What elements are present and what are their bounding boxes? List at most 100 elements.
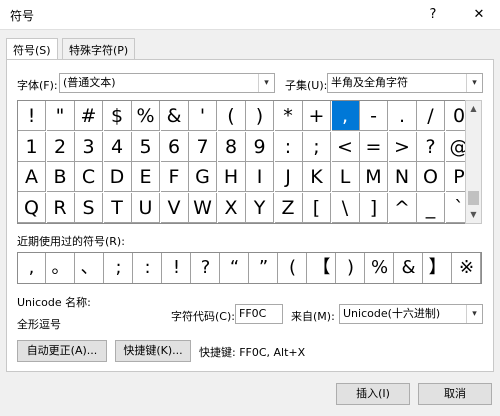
character-name: 全形逗号 xyxy=(17,318,61,331)
symbol-cell[interactable]: T xyxy=(103,192,132,223)
unicode-name-label: Unicode 名称: xyxy=(17,296,91,309)
symbol-cell[interactable]: ] xyxy=(360,192,388,223)
symbol-cell[interactable]: D xyxy=(103,162,132,192)
symbol-cell[interactable]: Y xyxy=(246,192,274,223)
symbol-cell[interactable]: W xyxy=(189,192,217,223)
symbol-cell[interactable]: 2 xyxy=(46,131,75,162)
help-button[interactable]: ? xyxy=(420,3,446,27)
symbol-cell[interactable]: J xyxy=(274,162,303,192)
symbol-cell[interactable]: F xyxy=(160,162,189,192)
close-button[interactable]: ✕ xyxy=(466,3,492,27)
symbol-cell[interactable]: 8 xyxy=(217,131,246,162)
symbol-cell[interactable]: & xyxy=(160,101,189,131)
symbol-grid-scrollbar[interactable]: ▲ ▼ xyxy=(465,100,482,224)
symbol-cell[interactable]: 6 xyxy=(160,131,189,162)
symbol-cell[interactable]: < xyxy=(331,131,360,162)
symbol-cell[interactable]: L xyxy=(331,162,360,192)
symbol-cell[interactable]: Q xyxy=(18,192,46,223)
symbol-cell[interactable]: > xyxy=(388,131,417,162)
scroll-thumb[interactable] xyxy=(468,191,479,205)
symbol-cell[interactable]: N xyxy=(388,162,417,192)
symbol-cell[interactable]: " xyxy=(46,101,75,131)
symbol-cell[interactable]: \ xyxy=(331,192,360,223)
scroll-down-icon[interactable]: ▼ xyxy=(466,207,481,223)
symbol-cell[interactable]: O xyxy=(417,162,445,192)
symbol-cell[interactable]: ( xyxy=(217,101,246,131)
font-label: 字体(F): xyxy=(17,79,58,92)
tab-special-characters[interactable]: 特殊字符(P) xyxy=(62,38,136,60)
symbol-cell[interactable]: R xyxy=(46,192,75,223)
recent-symbol-cell[interactable]: % xyxy=(366,253,394,283)
symbol-cell[interactable]: U xyxy=(132,192,160,223)
symbol-cell[interactable]: 7 xyxy=(189,131,217,162)
insert-button[interactable]: 插入(I) xyxy=(336,383,410,405)
cancel-button[interactable]: 取消 xyxy=(418,383,492,405)
recent-symbol-cell[interactable]: “ xyxy=(221,253,249,283)
symbol-cell[interactable]: 9 xyxy=(246,131,274,162)
symbol-cell[interactable]: 4 xyxy=(103,131,132,162)
char-code-input[interactable]: FF0C xyxy=(235,304,283,324)
symbol-cell[interactable]: X xyxy=(217,192,246,223)
recent-symbol-cell[interactable]: & xyxy=(395,253,423,283)
symbol-cell[interactable]: ! xyxy=(18,101,46,131)
symbol-cell[interactable]: H xyxy=(217,162,246,192)
font-value: (普通文本) xyxy=(63,76,116,89)
symbol-cell[interactable]: ? xyxy=(417,131,445,162)
symbol-cell[interactable]: = xyxy=(360,131,388,162)
scroll-up-icon[interactable]: ▲ xyxy=(466,101,481,117)
symbol-cell[interactable]: / xyxy=(417,101,445,131)
shortcut-info: 快捷键: FF0C, Alt+X xyxy=(199,346,306,359)
recent-symbol-cell[interactable]: 。 xyxy=(47,253,75,283)
symbol-cell[interactable]: B xyxy=(46,162,75,192)
chevron-down-icon[interactable]: ▾ xyxy=(258,74,274,92)
symbol-cell[interactable]: 5 xyxy=(132,131,160,162)
recent-symbol-cell[interactable]: ” xyxy=(250,253,278,283)
recent-symbol-cell[interactable]: 】 xyxy=(424,253,452,283)
tab-symbols[interactable]: 符号(S) xyxy=(6,38,58,61)
symbol-cell[interactable]: 3 xyxy=(75,131,103,162)
symbol-cell[interactable]: M xyxy=(360,162,388,192)
symbol-cell[interactable]: A xyxy=(18,162,46,192)
symbol-cell[interactable]: ) xyxy=(246,101,274,131)
symbol-cell[interactable]: . xyxy=(388,101,417,131)
symbol-cell[interactable]: $ xyxy=(103,101,132,131)
recent-symbol-cell[interactable]: ; xyxy=(105,253,133,283)
from-select[interactable]: Unicode(十六进制) ▾ xyxy=(339,304,483,324)
recent-symbol-cell[interactable]: 、 xyxy=(76,253,104,283)
chevron-down-icon[interactable]: ▾ xyxy=(466,305,482,323)
chevron-down-icon[interactable]: ▾ xyxy=(466,74,482,92)
recent-symbol-cell[interactable]: 【 xyxy=(308,253,336,283)
recent-symbol-cell[interactable]: , xyxy=(18,253,46,283)
symbol-cell[interactable]: G xyxy=(189,162,217,192)
recent-symbol-cell[interactable]: : xyxy=(134,253,162,283)
recent-symbol-cell[interactable]: ( xyxy=(279,253,307,283)
recent-symbol-cell[interactable]: ! xyxy=(163,253,191,283)
symbol-cell[interactable]: I xyxy=(246,162,274,192)
shortcut-key-button[interactable]: 快捷键(K)... xyxy=(115,340,191,362)
symbol-cell[interactable]: + xyxy=(303,101,331,131)
symbol-cell[interactable]: Z xyxy=(274,192,303,223)
symbol-cell[interactable]: ; xyxy=(303,131,331,162)
font-select[interactable]: (普通文本) ▾ xyxy=(59,73,275,93)
symbol-cell[interactable]: K xyxy=(303,162,331,192)
symbol-cell[interactable]: 1 xyxy=(18,131,46,162)
subset-select[interactable]: 半角及全角字符 ▾ xyxy=(327,73,483,93)
symbol-cell[interactable]: - xyxy=(360,101,388,131)
autocorrect-button[interactable]: 自动更正(A)... xyxy=(17,340,107,362)
recent-symbol-cell[interactable]: ※ xyxy=(453,253,481,283)
symbol-cell[interactable]: ^ xyxy=(388,192,417,223)
symbol-cell[interactable]: * xyxy=(274,101,303,131)
symbol-cell[interactable]: , xyxy=(331,101,360,131)
recent-symbol-cell[interactable]: ) xyxy=(337,253,365,283)
symbol-cell[interactable]: ' xyxy=(189,101,217,131)
symbol-cell[interactable]: % xyxy=(132,101,160,131)
symbol-cell[interactable]: S xyxy=(75,192,103,223)
symbol-cell[interactable]: _ xyxy=(417,192,445,223)
symbol-cell[interactable]: E xyxy=(132,162,160,192)
symbol-cell[interactable]: V xyxy=(160,192,189,223)
symbol-cell[interactable]: # xyxy=(75,101,103,131)
recent-symbol-cell[interactable]: ? xyxy=(192,253,220,283)
symbol-cell[interactable]: C xyxy=(75,162,103,192)
symbol-cell[interactable]: [ xyxy=(303,192,331,223)
symbol-cell[interactable]: : xyxy=(274,131,303,162)
